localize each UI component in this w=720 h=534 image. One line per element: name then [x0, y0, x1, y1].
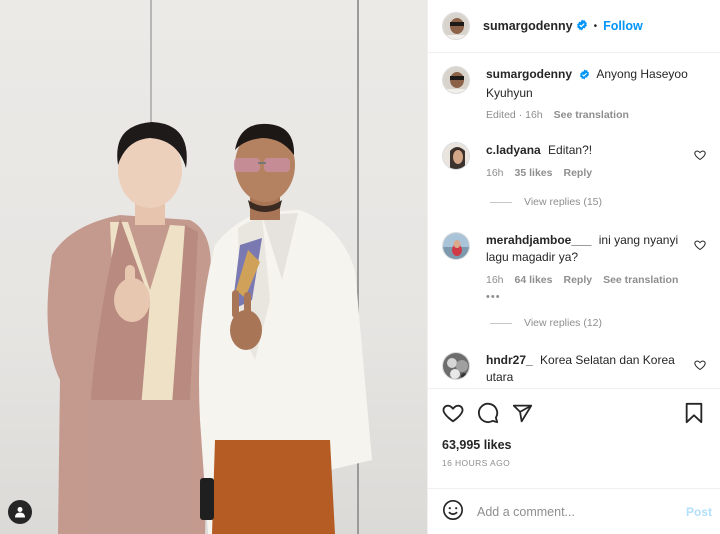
caption: sumargodenny Anyong Haseyoo Kyuhyun Edit…	[442, 66, 710, 124]
post-header: sumargodenny • Follow	[428, 0, 720, 53]
comment-username[interactable]: c.ladyana	[486, 143, 541, 157]
comment-like-heart-icon[interactable]	[694, 149, 706, 164]
comment-item: c.ladyana Editan?! 16h 35 likes Reply	[442, 142, 710, 182]
separator-dot: •	[593, 20, 598, 32]
comment-icon[interactable]	[477, 402, 499, 424]
author-username[interactable]: sumargodenny	[483, 19, 573, 33]
comment-like-heart-icon[interactable]	[694, 239, 706, 254]
comment-time: 16h	[486, 274, 504, 286]
view-replies-label: View replies (15)	[524, 196, 603, 208]
tagged-people-button[interactable]	[8, 500, 32, 524]
post-side-panel: sumargodenny • Follow sumargodenny Anyon…	[427, 0, 720, 534]
comment-input[interactable]	[477, 504, 686, 519]
person-right	[199, 123, 372, 534]
more-options-icon[interactable]: •••	[486, 291, 710, 303]
verified-badge-icon	[579, 68, 590, 85]
post-photo[interactable]	[0, 0, 427, 534]
likes-count[interactable]: 63,995 likes	[442, 438, 706, 452]
verified-badge-icon	[576, 19, 588, 34]
comment-username[interactable]: merahdjamboe___	[486, 233, 591, 247]
post-actions: 63,995 likes 16 HOURS AGO	[428, 388, 720, 468]
reply-button[interactable]: Reply	[563, 272, 592, 289]
heart-icon[interactable]	[442, 402, 464, 424]
comment-time: 16h	[486, 167, 504, 179]
tagged-people-icon	[15, 507, 25, 518]
divider	[490, 201, 512, 203]
comments-scroll-area[interactable]: sumargodenny Anyong Haseyoo Kyuhyun Edit…	[428, 54, 720, 388]
person-left	[47, 122, 211, 534]
commenter-avatar[interactable]	[442, 232, 470, 260]
caption-username[interactable]: sumargodenny	[486, 67, 572, 81]
see-translation-link[interactable]: See translation	[554, 107, 629, 124]
comment-text: Editan?!	[548, 143, 593, 157]
view-replies-button[interactable]: View replies (15)	[490, 196, 602, 208]
comment-likes[interactable]: 64 likes	[515, 272, 553, 289]
comment-likes[interactable]: 35 likes	[515, 165, 553, 182]
commenter-avatar[interactable]	[442, 352, 470, 380]
view-replies-button[interactable]: View replies (12)	[490, 317, 602, 329]
author-avatar[interactable]	[442, 12, 470, 40]
caption-edited: Edited · 16h	[486, 109, 543, 121]
comment-like-heart-icon[interactable]	[694, 359, 706, 374]
post-comment-button[interactable]: Post	[686, 505, 712, 519]
bookmark-icon[interactable]	[684, 402, 704, 424]
share-icon[interactable]	[512, 403, 533, 424]
see-translation-link[interactable]: See translation	[603, 272, 678, 289]
emoji-icon[interactable]	[442, 499, 464, 524]
comment-username[interactable]: hndr27_	[486, 353, 533, 367]
divider	[490, 322, 512, 324]
follow-button[interactable]: Follow	[603, 19, 643, 33]
comment-item: hndr27_ Korea Selatan dan Korea utara	[442, 352, 710, 386]
view-replies-label: View replies (12)	[524, 317, 603, 329]
photo-people-illustration	[47, 122, 372, 534]
add-comment-bar: Post	[428, 488, 720, 534]
comment-item: merahdjamboe___ ini yang nyanyi lagu mag…	[442, 232, 710, 303]
commenter-avatar[interactable]	[442, 142, 470, 170]
author-avatar[interactable]	[442, 66, 470, 94]
post-timestamp: 16 HOURS AGO	[442, 458, 511, 468]
reply-button[interactable]: Reply	[563, 165, 592, 182]
instagram-post-modal: sumargodenny • Follow sumargodenny Anyon…	[0, 0, 720, 534]
